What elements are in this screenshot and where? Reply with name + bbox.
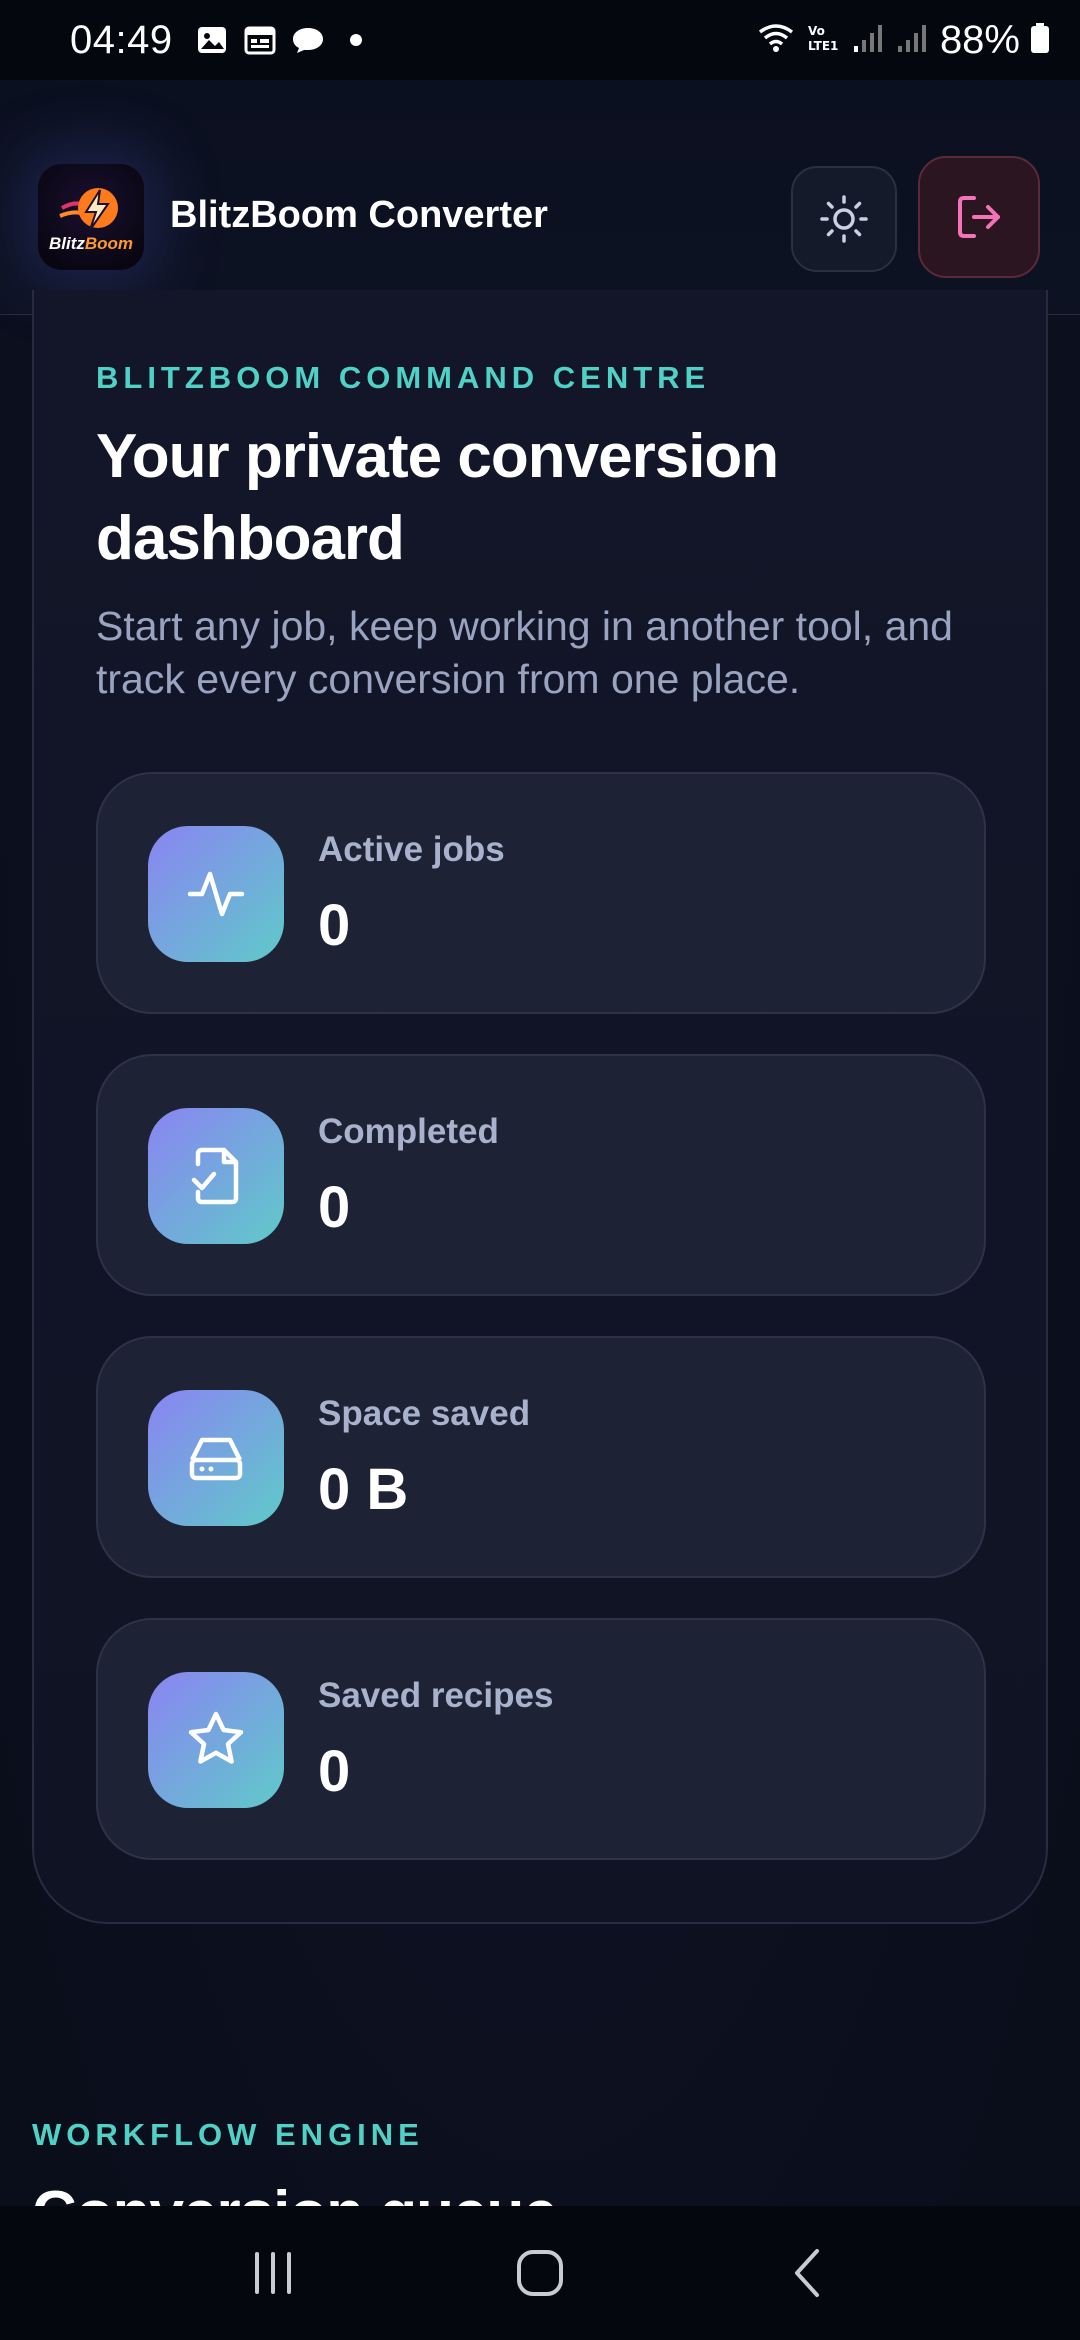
page-title: Your private conversion dashboard	[96, 422, 779, 573]
screen: 04:49 Vo LTE1 88% BlitzBoom BlitzBoom Co…	[0, 0, 1080, 2340]
status-bar: 04:49 Vo LTE1 88%	[0, 0, 1080, 80]
hero-subtitle: Start any job, keep working in another t…	[96, 603, 953, 702]
lightning-logo-icon	[59, 188, 118, 231]
signal-icon	[896, 22, 930, 59]
theme-toggle-button[interactable]	[791, 166, 897, 272]
stat-label: Completed	[318, 1112, 499, 1151]
volte-icon: Vo LTE1	[806, 22, 842, 59]
status-system-icons: Vo LTE1 88%	[756, 18, 1050, 63]
file-check-icon	[191, 1147, 239, 1205]
recents-button[interactable]	[228, 2233, 318, 2313]
stat-card-completed: Completed 0	[96, 1054, 986, 1296]
command-centre-panel: BLITZBOOM COMMAND CENTRE Your private co…	[32, 290, 1048, 1924]
recents-icon	[255, 2252, 292, 2294]
app-title: BlitzBoom Converter	[170, 194, 548, 236]
logout-button[interactable]	[918, 156, 1040, 278]
dot-icon	[339, 24, 373, 56]
signal-icon	[852, 22, 886, 59]
stat-value: 0	[318, 1739, 351, 1804]
app-logo: BlitzBoom	[38, 164, 144, 270]
stat-card-space-saved: Space saved 0 B	[96, 1336, 986, 1578]
wifi-icon	[756, 22, 796, 59]
stat-value: 0	[318, 893, 351, 958]
status-time: 04:49	[70, 17, 173, 62]
star-icon	[188, 1711, 244, 1764]
home-button[interactable]	[495, 2233, 585, 2313]
workflow-eyebrow: WORKFLOW ENGINE	[32, 2117, 424, 2152]
stat-value: 0	[318, 1175, 351, 1240]
activity-icon	[187, 871, 245, 917]
back-button[interactable]	[762, 2233, 852, 2313]
logo-wordmark: BlitzBoom	[48, 234, 134, 253]
stat-icon-tile	[148, 1108, 284, 1244]
battery-percent: 88%	[939, 17, 1020, 62]
battery-icon	[1030, 22, 1050, 59]
stat-icon-tile	[148, 1390, 284, 1526]
home-icon	[516, 2250, 563, 2296]
svg-text:LTE1: LTE1	[808, 39, 838, 53]
chat-icon	[291, 24, 325, 56]
sun-icon	[820, 195, 868, 243]
logout-icon	[958, 196, 1000, 238]
system-nav-bar	[0, 2206, 1080, 2340]
stat-icon-tile	[148, 826, 284, 962]
svg-text:Vo: Vo	[808, 24, 825, 38]
stat-icon-tile	[148, 1672, 284, 1808]
stat-label: Saved recipes	[318, 1676, 554, 1715]
status-notification-icons	[195, 24, 373, 56]
hard-drive-icon	[189, 1437, 243, 1481]
stat-label: Active jobs	[318, 830, 505, 869]
stat-value: 0 B	[318, 1457, 409, 1522]
image-icon	[195, 24, 229, 56]
calendar-icon	[243, 24, 277, 56]
stat-card-active-jobs: Active jobs 0	[96, 772, 986, 1014]
stat-card-saved-recipes: Saved recipes 0	[96, 1618, 986, 1860]
back-icon	[794, 2249, 819, 2297]
hero-eyebrow: BLITZBOOM COMMAND CENTRE	[96, 360, 711, 395]
stat-label: Space saved	[318, 1394, 531, 1433]
